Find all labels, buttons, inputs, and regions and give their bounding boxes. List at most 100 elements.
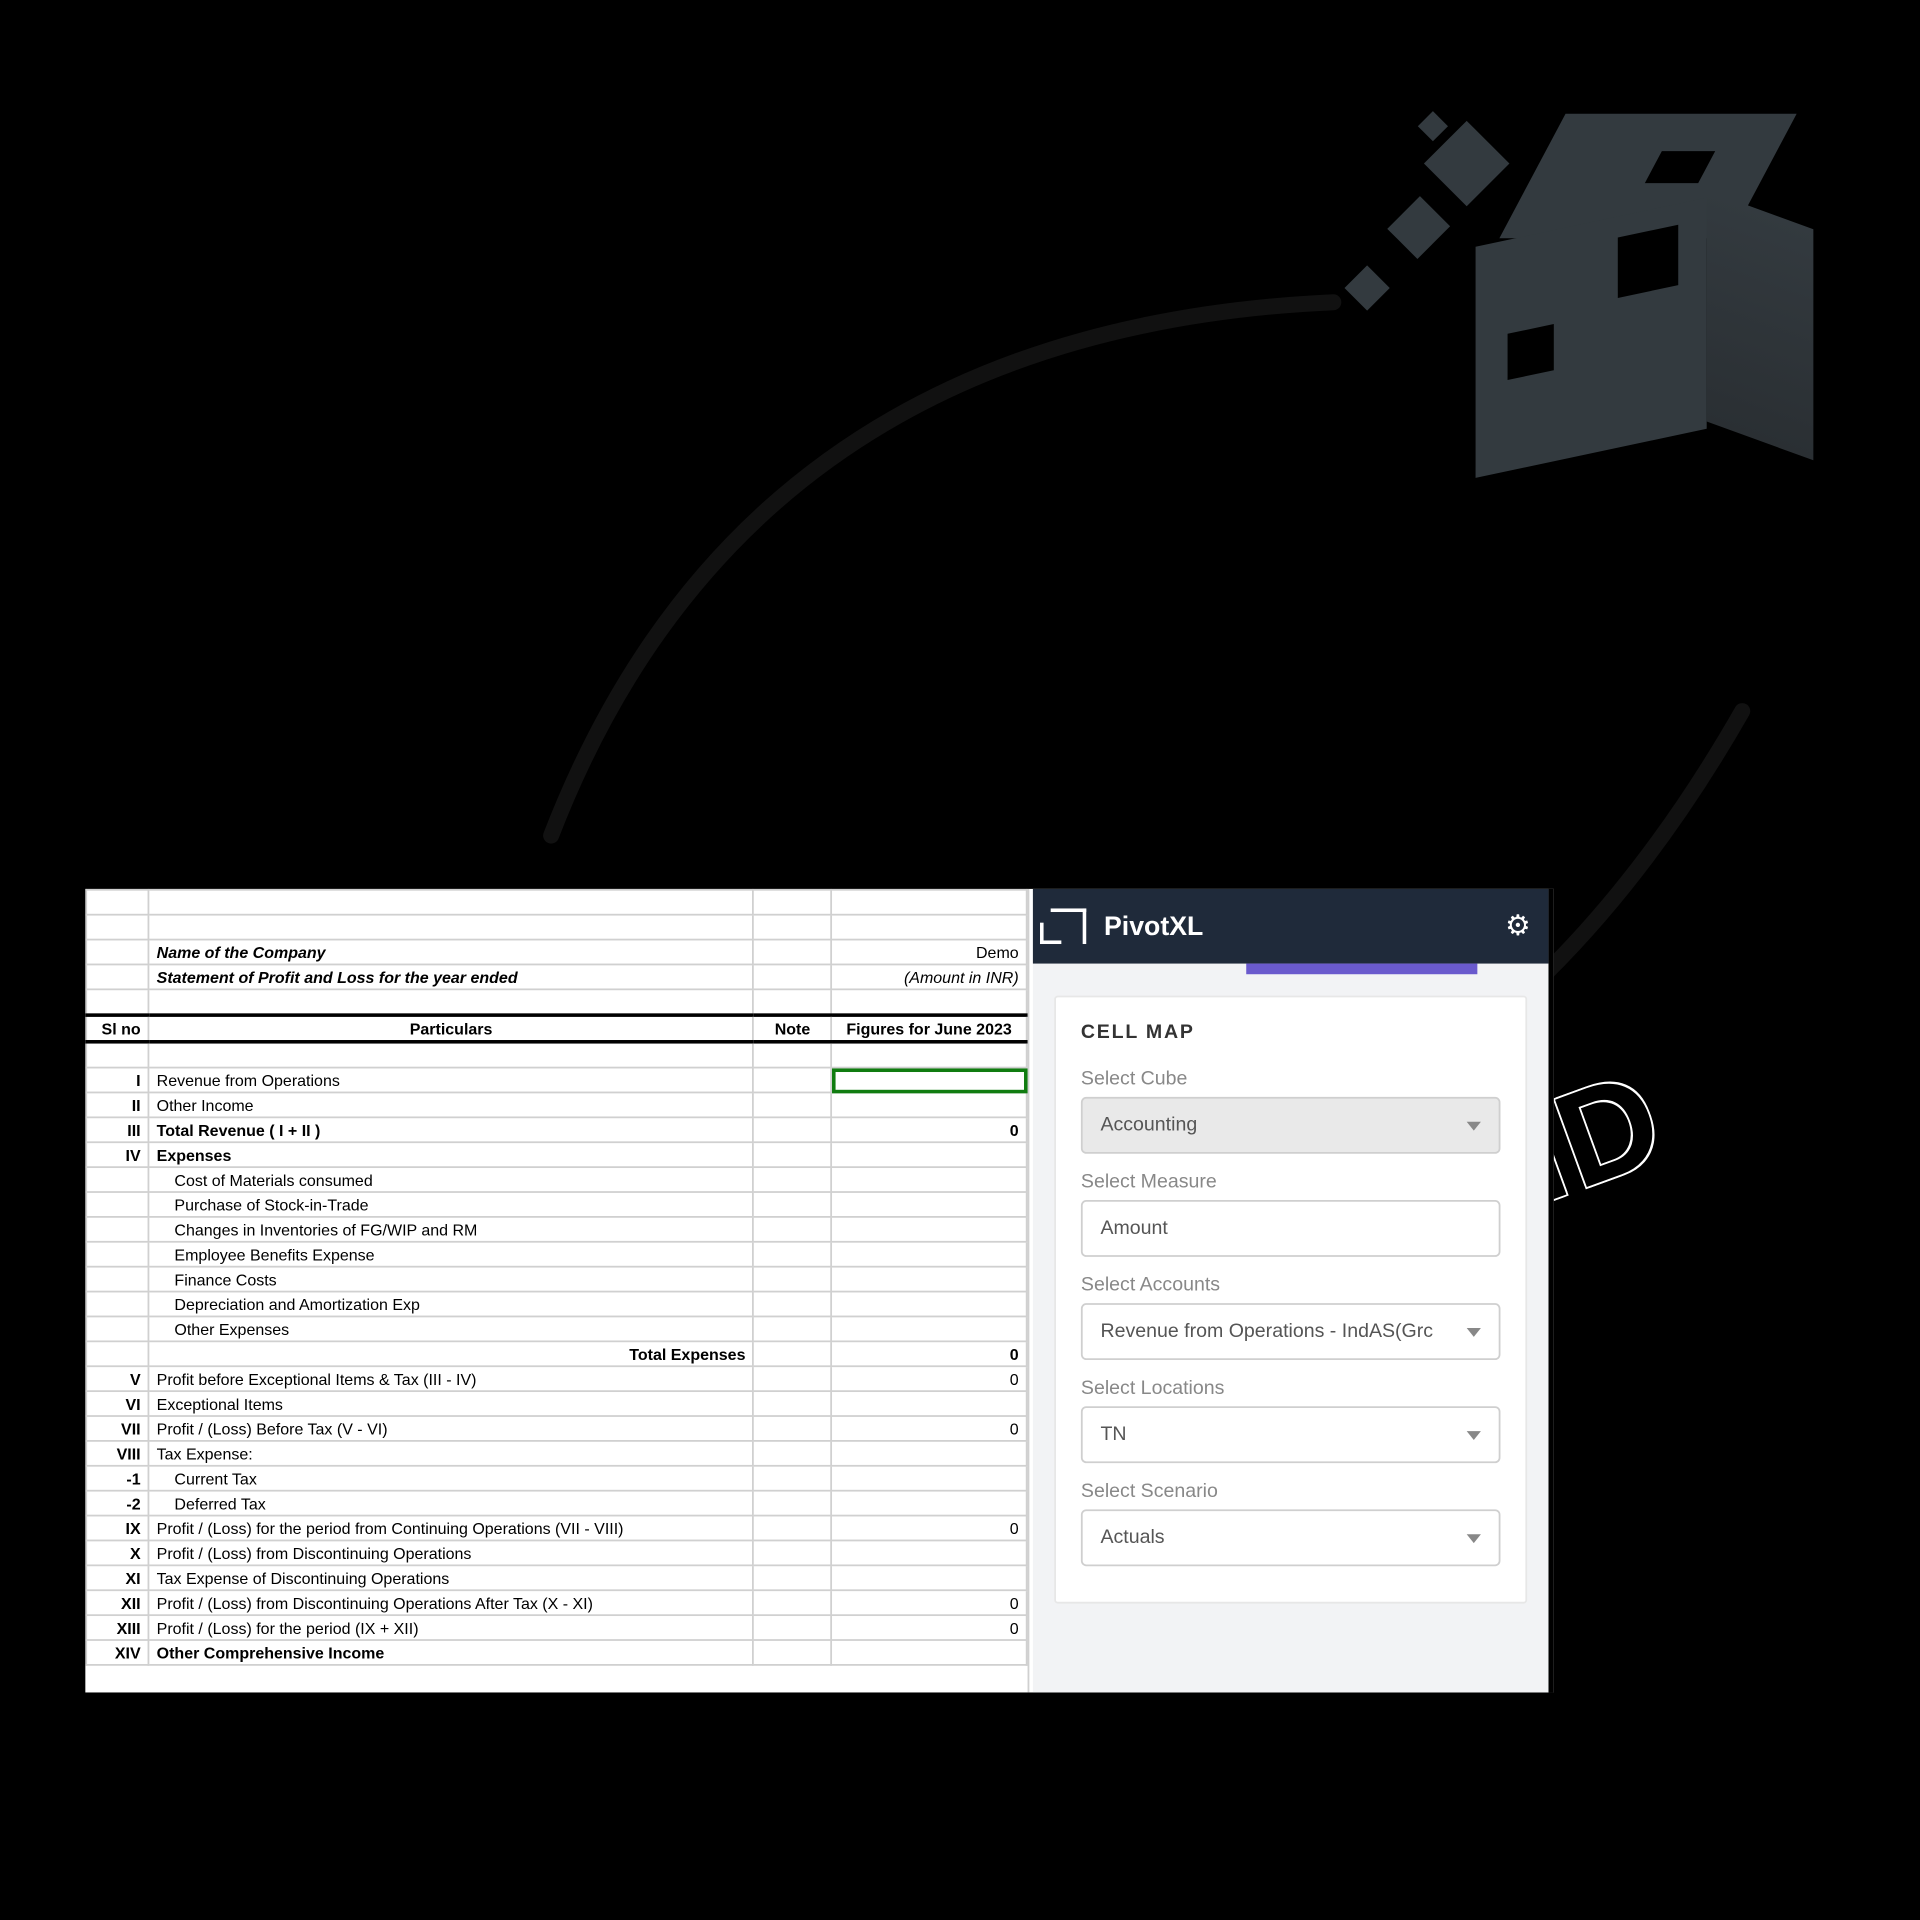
cell[interactable]: (Amount in INR)	[832, 964, 1027, 989]
cell[interactable]	[753, 1590, 831, 1615]
cell[interactable]	[753, 1516, 831, 1541]
cell[interactable]: Employee Benefits Expense	[149, 1242, 754, 1267]
cell[interactable]	[149, 1042, 754, 1068]
cell[interactable]	[832, 1540, 1027, 1565]
cell[interactable]: XII	[86, 1590, 148, 1615]
cell[interactable]: 0	[832, 1366, 1027, 1391]
cell[interactable]: X	[86, 1540, 148, 1565]
cell[interactable]: Note	[753, 1015, 831, 1042]
cell[interactable]: Total Expenses	[149, 1341, 754, 1366]
spreadsheet-area[interactable]: Name of the CompanyDemoStatement of Prof…	[85, 889, 1029, 1693]
cell[interactable]	[753, 1391, 831, 1416]
cell[interactable]	[832, 1292, 1027, 1317]
cell[interactable]	[753, 1416, 831, 1441]
cell[interactable]: Profit / (Loss) from Discontinuing Opera…	[149, 1540, 754, 1565]
cell[interactable]	[753, 1366, 831, 1391]
cell[interactable]	[753, 1042, 831, 1068]
cell[interactable]	[753, 989, 831, 1015]
cell[interactable]	[86, 1316, 148, 1341]
cell[interactable]	[149, 890, 754, 915]
cell[interactable]	[832, 1316, 1027, 1341]
cell[interactable]: Profit before Exceptional Items & Tax (I…	[149, 1366, 754, 1391]
cell[interactable]: Demo	[832, 940, 1027, 965]
cell[interactable]: Total Revenue ( I + II )	[149, 1117, 754, 1142]
cell[interactable]: 0	[832, 1590, 1027, 1615]
cell[interactable]: Name of the Company	[149, 940, 754, 965]
cell[interactable]	[832, 1142, 1027, 1167]
cell[interactable]: XIII	[86, 1615, 148, 1640]
cell[interactable]: VII	[86, 1416, 148, 1441]
measure-select[interactable]: Amount	[1081, 1200, 1501, 1257]
cell[interactable]	[832, 915, 1027, 940]
cell[interactable]	[753, 915, 831, 940]
cell[interactable]	[149, 989, 754, 1015]
cell[interactable]: Expenses	[149, 1142, 754, 1167]
cell[interactable]	[753, 1292, 831, 1317]
cell[interactable]	[753, 1491, 831, 1516]
cell[interactable]	[753, 1615, 831, 1640]
cell[interactable]	[753, 1068, 831, 1093]
cell[interactable]: Depreciation and Amortization Exp	[149, 1292, 754, 1317]
cell[interactable]: Particulars	[149, 1015, 754, 1042]
cell[interactable]	[832, 1441, 1027, 1466]
cell[interactable]	[753, 1117, 831, 1142]
cell[interactable]	[86, 915, 148, 940]
cell[interactable]	[832, 1565, 1027, 1590]
cell[interactable]	[832, 1491, 1027, 1516]
cell[interactable]	[86, 1242, 148, 1267]
scenario-select[interactable]: Actuals	[1081, 1509, 1501, 1566]
locations-select[interactable]: TN	[1081, 1406, 1501, 1463]
cell[interactable]	[753, 1267, 831, 1292]
cell[interactable]	[86, 1167, 148, 1192]
cell[interactable]	[753, 1540, 831, 1565]
cell[interactable]	[753, 1466, 831, 1491]
cell[interactable]	[86, 1341, 148, 1366]
accounts-select[interactable]: Revenue from Operations - IndAS(Grc	[1081, 1303, 1501, 1360]
cell[interactable]: Other Comprehensive Income	[149, 1640, 754, 1665]
cell[interactable]	[753, 1316, 831, 1341]
cell[interactable]	[832, 1192, 1027, 1217]
cell[interactable]: XI	[86, 1565, 148, 1590]
cell[interactable]	[753, 1441, 831, 1466]
cell[interactable]	[86, 989, 148, 1015]
cell[interactable]: Profit / (Loss) for the period (IX + XII…	[149, 1615, 754, 1640]
cell[interactable]	[832, 1640, 1027, 1665]
cell[interactable]	[753, 1217, 831, 1242]
cell[interactable]	[753, 940, 831, 965]
cell[interactable]: Tax Expense:	[149, 1441, 754, 1466]
cell[interactable]	[832, 989, 1027, 1015]
cell[interactable]	[832, 1242, 1027, 1267]
cell[interactable]	[753, 890, 831, 915]
cell[interactable]	[86, 1217, 148, 1242]
cube-select[interactable]: Accounting	[1081, 1097, 1501, 1154]
cell[interactable]: Cost of Materials consumed	[149, 1167, 754, 1192]
cell[interactable]: Revenue from Operations	[149, 1068, 754, 1093]
cell[interactable]: VIII	[86, 1441, 148, 1466]
cell[interactable]	[753, 1341, 831, 1366]
cell[interactable]	[86, 1192, 148, 1217]
cell[interactable]	[86, 940, 148, 965]
cell[interactable]: I	[86, 1068, 148, 1093]
cell[interactable]: -2	[86, 1491, 148, 1516]
cell[interactable]	[832, 1167, 1027, 1192]
cell[interactable]: Exceptional Items	[149, 1391, 754, 1416]
cell[interactable]	[86, 890, 148, 915]
cell[interactable]: -1	[86, 1466, 148, 1491]
cell[interactable]: Other Income	[149, 1092, 754, 1117]
cell[interactable]: XIV	[86, 1640, 148, 1665]
cell[interactable]: III	[86, 1117, 148, 1142]
cell[interactable]: Figures for June 2023	[832, 1015, 1027, 1042]
cell[interactable]	[753, 964, 831, 989]
cell[interactable]	[753, 1192, 831, 1217]
cell[interactable]: 0	[832, 1416, 1027, 1441]
cell[interactable]	[832, 1217, 1027, 1242]
cell[interactable]	[86, 964, 148, 989]
cell[interactable]	[832, 1042, 1027, 1068]
cell[interactable]	[832, 1092, 1027, 1117]
cell[interactable]	[753, 1092, 831, 1117]
cell[interactable]	[753, 1167, 831, 1192]
cell[interactable]	[832, 1068, 1027, 1093]
cell[interactable]: 0	[832, 1117, 1027, 1142]
cell[interactable]: IV	[86, 1142, 148, 1167]
cell[interactable]: Purchase of Stock-in-Trade	[149, 1192, 754, 1217]
